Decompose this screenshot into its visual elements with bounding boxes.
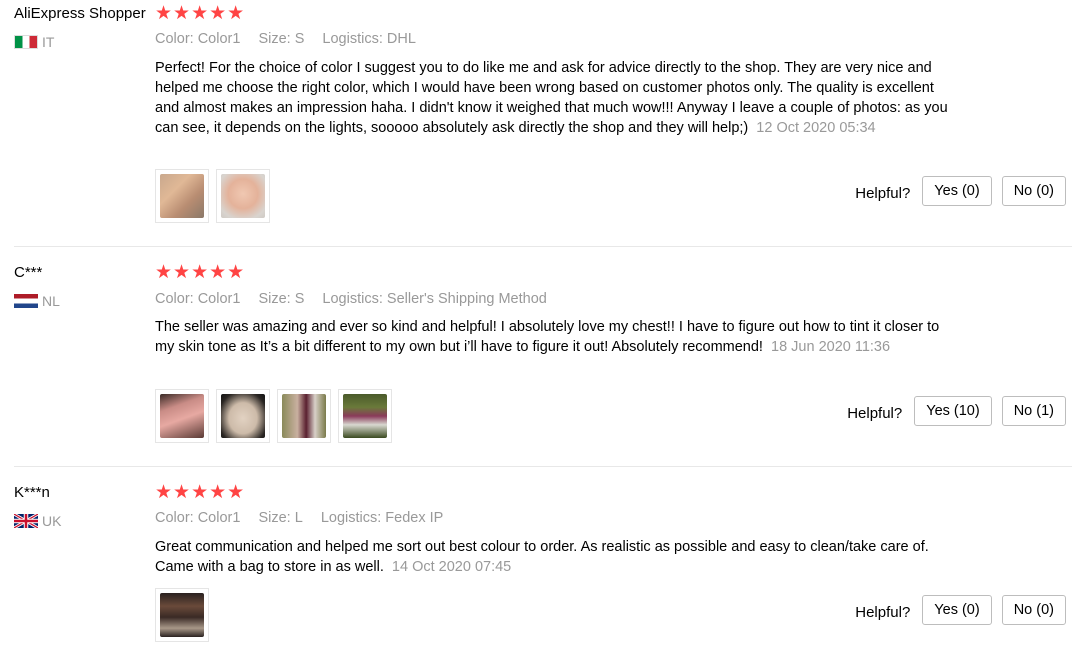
review-photo-thumbnail[interactable] (216, 169, 270, 223)
helpful-yes-button[interactable]: Yes (10) (914, 396, 992, 426)
review-photos (155, 389, 392, 443)
reviewer-country: UK (14, 513, 149, 529)
helpful-no-button[interactable]: No (0) (1001, 176, 1066, 206)
review-date: 12 Oct 2020 05:34 (756, 120, 876, 136)
helpful-no-button[interactable]: No (1) (1001, 396, 1066, 426)
color-attr: Color: Color1 (155, 291, 241, 307)
helpful-vote: Helpful? Yes (0) No (0) (855, 595, 1066, 625)
review-date: 14 Oct 2020 07:45 (391, 559, 512, 575)
color-attr: Color: Color1 (155, 510, 241, 526)
review-meta: Color: Color1 Size: S Logistics: DHL (155, 31, 430, 47)
rating-stars: ★★★★★ (155, 482, 246, 503)
color-attr: Color: Color1 (155, 31, 241, 47)
logistics-attr: Logistics: Seller's Shipping Method (322, 291, 547, 307)
netherlands-flag-icon (14, 294, 38, 308)
review-item: AliExpress Shopper IT ★★★★★ Color: Color… (14, 0, 1072, 247)
review-photos (155, 588, 209, 642)
logistics-attr: Logistics: Fedex IP (320, 510, 444, 526)
reviewer-name: K***n (14, 484, 50, 501)
country-code: UK (42, 513, 62, 529)
review-date: 18 Jun 2020 11:36 (771, 339, 891, 355)
helpful-yes-button[interactable]: Yes (0) (922, 176, 992, 206)
helpful-yes-button[interactable]: Yes (0) (922, 595, 992, 625)
country-code: IT (42, 34, 55, 50)
review-text-block: The seller was amazing and ever so kind … (155, 317, 960, 357)
reviewer-name: AliExpress Shopper (14, 5, 146, 22)
helpful-label: Helpful? (855, 603, 911, 621)
country-code: NL (42, 293, 60, 309)
helpful-no-button[interactable]: No (0) (1001, 595, 1066, 625)
review-meta: Color: Color1 Size: S Logistics: Seller'… (155, 291, 561, 307)
reviewer-country: NL (14, 293, 149, 309)
review-photo-thumbnail[interactable] (155, 169, 209, 223)
review-photo-thumbnail[interactable] (155, 588, 209, 642)
helpful-vote: Helpful? Yes (10) No (1) (847, 396, 1066, 426)
size-attr: Size: S (258, 291, 305, 307)
size-attr: Size: L (258, 510, 303, 526)
logistics-attr: Logistics: DHL (322, 31, 416, 47)
rating-stars: ★★★★★ (155, 3, 246, 24)
review-photo-thumbnail[interactable] (155, 389, 209, 443)
review-item: K***n UK ★★★★★ Color: Color1 Size: L Log… (14, 466, 1072, 654)
review-photo-thumbnail[interactable] (277, 389, 331, 443)
review-photo-thumbnail[interactable] (216, 389, 270, 443)
italy-flag-icon (14, 35, 38, 49)
review-meta: Color: Color1 Size: L Logistics: Fedex I… (155, 510, 457, 526)
helpful-label: Helpful? (855, 184, 911, 202)
review-text-block: Perfect! For the choice of color I sugge… (155, 58, 960, 138)
uk-flag-icon (14, 514, 38, 528)
review-text: Great communication and helped me sort o… (155, 539, 929, 575)
reviewer-name: C*** (14, 264, 43, 281)
review-text-block: Great communication and helped me sort o… (155, 537, 960, 577)
rating-stars: ★★★★★ (155, 262, 246, 283)
review-photo-thumbnail[interactable] (338, 389, 392, 443)
size-attr: Size: S (258, 31, 305, 47)
helpful-label: Helpful? (847, 404, 903, 422)
reviewer-country: IT (14, 34, 149, 50)
review-item: C*** NL ★★★★★ Color: Color1 Size: S Logi… (14, 246, 1072, 467)
helpful-vote: Helpful? Yes (0) No (0) (855, 176, 1066, 206)
review-photos (155, 169, 270, 223)
